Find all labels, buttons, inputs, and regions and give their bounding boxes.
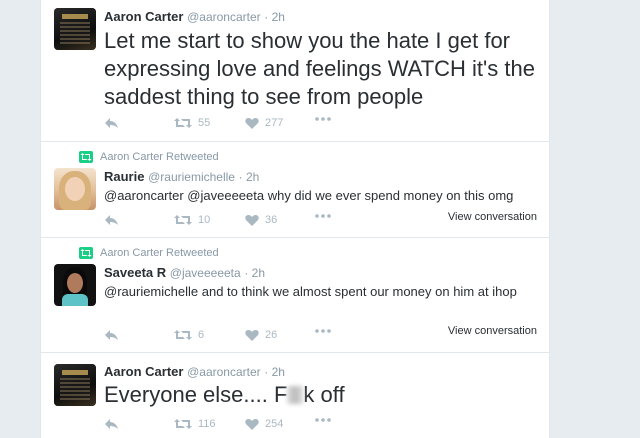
reply-button[interactable] [104,214,119,226]
tweet-header: Aaron Carter @aaroncarter · 2h [104,364,285,379]
more-button[interactable] [315,329,331,333]
timestamp[interactable]: · 2h [264,10,285,24]
tweet-text: Everyone else.... F k off [104,381,544,409]
retweet-icon [174,215,192,225]
more-button[interactable] [315,117,331,121]
tweet-header: Saveeta R @javeeeeeta · 2h [104,265,265,280]
more-icon [315,117,331,121]
more-icon [315,214,331,218]
timestamp[interactable]: · 2h [239,170,260,184]
handle[interactable]: @aaroncarter [187,365,261,379]
display-name[interactable]: Raurie [104,169,144,184]
retweet-button[interactable]: 10 [174,214,210,226]
tweet[interactable]: Aaron Carter @aaroncarter · 2h Everyone … [41,353,549,438]
reply-icon [105,118,118,128]
handle[interactable]: @javeeeeeta [170,266,241,280]
reply-icon [105,330,118,340]
like-button[interactable]: 36 [245,214,277,226]
retweet-icon [174,419,192,429]
heart-icon [245,215,259,226]
avatar[interactable] [54,8,96,50]
tweet[interactable]: Aaron Carter Retweeted Saveeta R @javeee… [41,238,549,353]
tweet-text-end: k off [303,382,345,407]
retweet-icon [174,330,192,340]
like-button[interactable]: 26 [245,329,277,341]
tweet-text-start: Everyone else.... F [104,382,288,407]
view-conversation-link[interactable]: View conversation [448,325,537,337]
more-button[interactable] [315,214,331,218]
retweet-button[interactable]: 116 [174,418,216,430]
like-count: 36 [265,214,278,226]
retweet-context: Aaron Carter Retweeted [79,247,219,259]
tweet-text: @rauriemichelle and to think we almost s… [104,284,517,299]
retweet-button[interactable]: 55 [174,117,210,129]
heart-icon [245,330,259,341]
retweet-count: 10 [198,214,211,226]
retweet-icon [174,118,192,128]
retweet-count: 55 [198,117,211,129]
reply-button[interactable] [104,329,119,341]
display-name[interactable]: Saveeta R [104,265,166,280]
retweeted-by[interactable]: Aaron Carter Retweeted [100,247,219,259]
avatar[interactable] [54,364,96,406]
retweeted-by[interactable]: Aaron Carter Retweeted [100,151,219,163]
like-count: 26 [265,329,278,341]
timestamp[interactable]: · 2h [244,266,265,280]
timestamp[interactable]: · 2h [264,365,285,379]
more-icon [315,418,331,422]
reply-button[interactable] [104,418,119,430]
display-name[interactable]: Aaron Carter [104,364,183,379]
retweet-context: Aaron Carter Retweeted [79,151,219,163]
reply-icon [105,419,118,429]
reply-icon [105,215,118,225]
display-name[interactable]: Aaron Carter [104,9,183,24]
avatar[interactable] [54,264,96,306]
tweet[interactable]: Aaron Carter Retweeted Raurie @rauriemic… [41,142,549,238]
tweet-text: @aaroncarter @javeeeeeta why did we ever… [104,188,514,203]
avatar[interactable] [54,168,96,210]
timeline: Aaron Carter @aaroncarter · 2h Let me st… [40,0,550,438]
like-button[interactable]: 277 [245,117,283,129]
handle[interactable]: @rauriemichelle [148,170,235,184]
like-count: 277 [265,117,284,129]
handle[interactable]: @aaroncarter [187,10,261,24]
censor-blur [287,386,304,404]
like-button[interactable]: 254 [245,418,283,430]
retweet-badge-icon [79,151,93,163]
more-button[interactable] [315,418,331,422]
tweet-text: Let me start to show you the hate I get … [104,28,535,109]
view-conversation-link[interactable]: View conversation [448,211,537,223]
reply-button[interactable] [104,117,119,129]
heart-icon [245,118,259,129]
tweet-header: Raurie @rauriemichelle · 2h [104,169,259,184]
heart-icon [245,419,259,430]
tweet[interactable]: Aaron Carter @aaroncarter · 2h Let me st… [41,0,549,142]
like-count: 254 [265,418,284,430]
tweet-header: Aaron Carter @aaroncarter · 2h [104,9,285,24]
retweet-button[interactable]: 6 [174,329,204,341]
retweet-count: 6 [198,329,205,341]
more-icon [315,329,331,333]
retweet-count: 116 [198,418,216,430]
retweet-badge-icon [79,247,93,259]
